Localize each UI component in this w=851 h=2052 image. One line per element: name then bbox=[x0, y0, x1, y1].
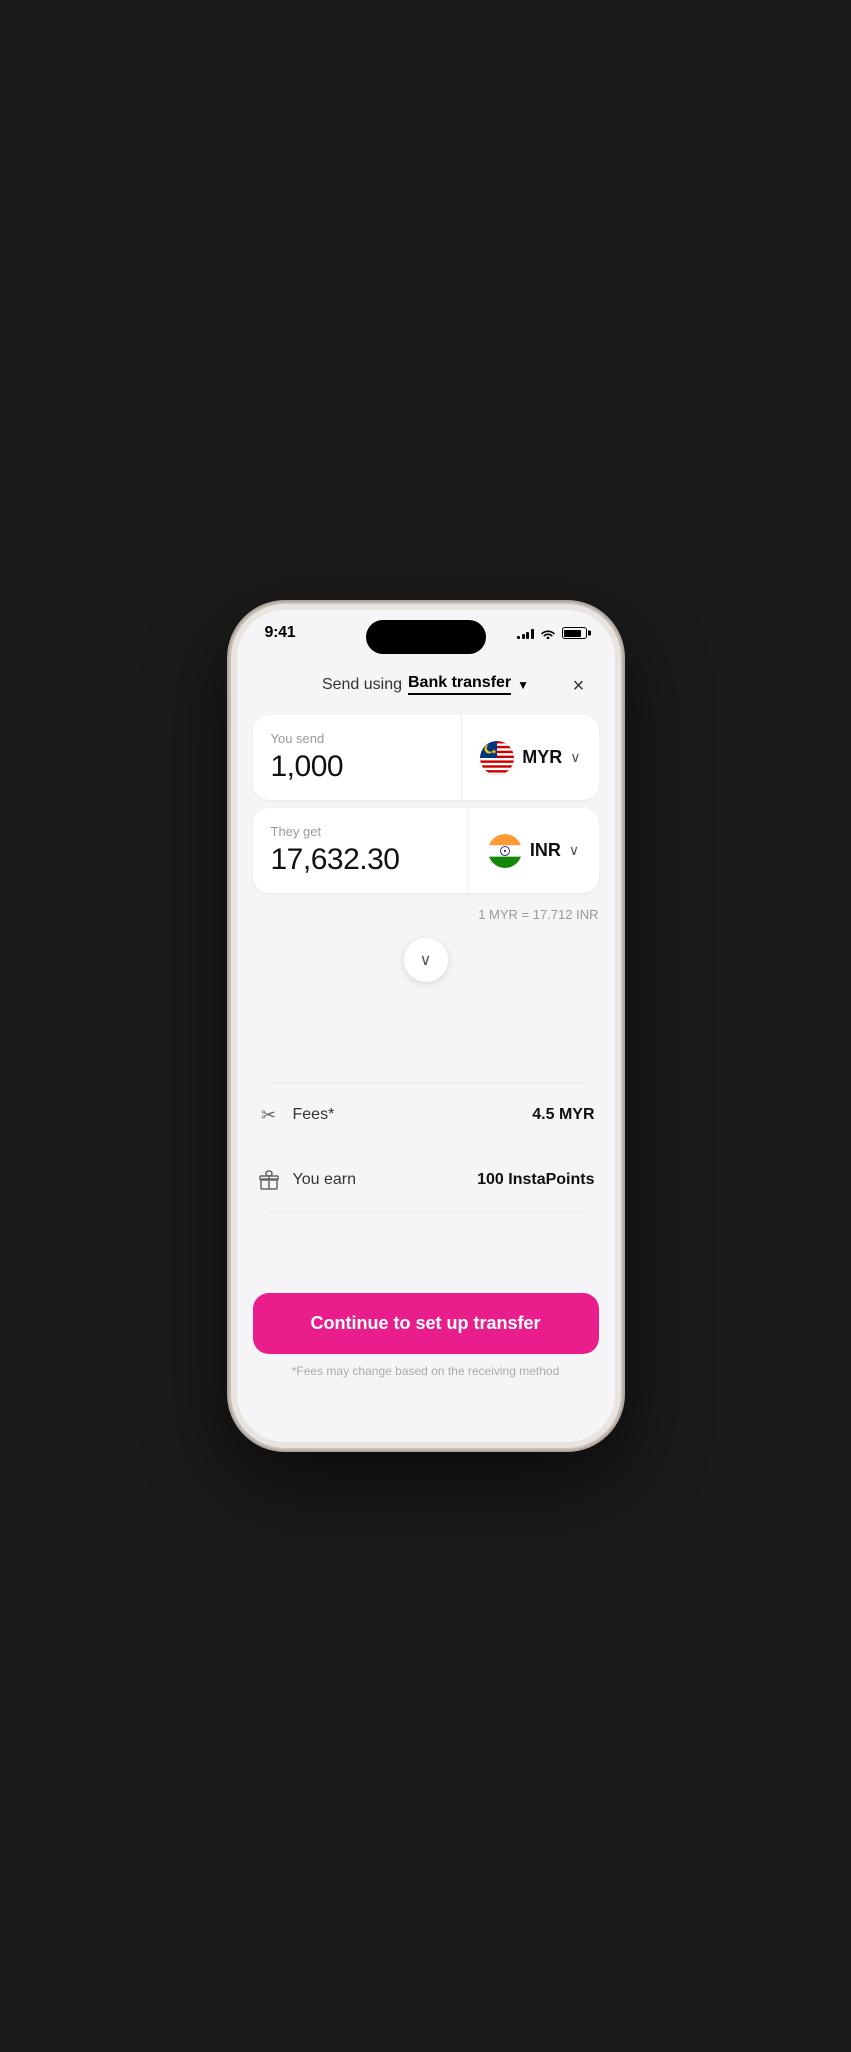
they-get-card: They get 17,632.30 bbox=[253, 808, 599, 893]
inr-code: INR bbox=[530, 840, 561, 861]
fee-section: ✂ Fees* 4.5 MYR You earn 100 Inst bbox=[237, 1082, 615, 1213]
earn-value: 100 InstaPoints bbox=[477, 1171, 594, 1189]
currency-section: You send 1,000 bbox=[237, 715, 615, 893]
spacer bbox=[237, 1002, 615, 1082]
status-icons bbox=[517, 627, 587, 639]
close-button[interactable]: × bbox=[563, 671, 595, 703]
earn-row: You earn 100 InstaPoints bbox=[253, 1147, 599, 1212]
you-send-amount-section[interactable]: You send 1,000 bbox=[253, 715, 463, 800]
wifi-icon bbox=[540, 627, 556, 639]
you-send-label: You send bbox=[271, 731, 444, 746]
inr-flag bbox=[488, 834, 522, 868]
fees-value: 4.5 MYR bbox=[532, 1106, 594, 1124]
send-method-dropdown-arrow: ▼ bbox=[517, 678, 529, 692]
they-get-amount: 17,632.30 bbox=[271, 843, 450, 877]
main-content: Send using Bank transfer ▼ × You send 1,… bbox=[237, 648, 615, 1442]
phone-screen: 9:41 bbox=[237, 610, 615, 1442]
battery-icon bbox=[562, 627, 587, 639]
expand-button[interactable]: ∨ bbox=[404, 938, 448, 982]
phone-shell: 9:41 bbox=[231, 604, 621, 1448]
cta-button[interactable]: Continue to set up transfer bbox=[253, 1293, 599, 1354]
header: Send using Bank transfer ▼ × bbox=[237, 658, 615, 715]
they-get-amount-section[interactable]: They get 17,632.30 bbox=[253, 808, 469, 893]
myr-flag bbox=[480, 741, 514, 775]
status-time: 9:41 bbox=[265, 624, 296, 642]
they-get-currency-selector[interactable]: INR ∨ bbox=[469, 808, 599, 893]
you-send-card: You send 1,000 bbox=[253, 715, 599, 800]
earn-label: You earn bbox=[293, 1171, 466, 1189]
expand-section: ∨ bbox=[237, 938, 615, 1002]
send-method-label[interactable]: Send using Bank transfer ▼ bbox=[322, 674, 529, 695]
inr-chevron-icon: ∨ bbox=[569, 842, 579, 859]
signal-icon bbox=[517, 627, 534, 639]
fees-row: ✂ Fees* 4.5 MYR bbox=[253, 1083, 599, 1147]
myr-chevron-icon: ∨ bbox=[570, 749, 580, 766]
scissors-icon: ✂ bbox=[257, 1103, 281, 1127]
disclaimer-text: *Fees may change based on the receiving … bbox=[253, 1354, 599, 1394]
dynamic-island bbox=[366, 620, 486, 654]
bottom-spacer bbox=[237, 1213, 615, 1273]
gift-icon bbox=[257, 1168, 281, 1192]
you-send-currency-selector[interactable]: MYR ∨ bbox=[462, 715, 598, 800]
fees-label: Fees* bbox=[293, 1106, 521, 1124]
bottom-section: Continue to set up transfer *Fees may ch… bbox=[237, 1273, 615, 1404]
myr-code: MYR bbox=[522, 747, 562, 768]
you-send-amount: 1,000 bbox=[271, 750, 444, 784]
they-get-label: They get bbox=[271, 824, 450, 839]
send-prefix: Send using bbox=[322, 676, 402, 694]
send-method-value: Bank transfer bbox=[408, 674, 511, 695]
exchange-rate: 1 MYR = 17.712 INR bbox=[237, 901, 615, 938]
